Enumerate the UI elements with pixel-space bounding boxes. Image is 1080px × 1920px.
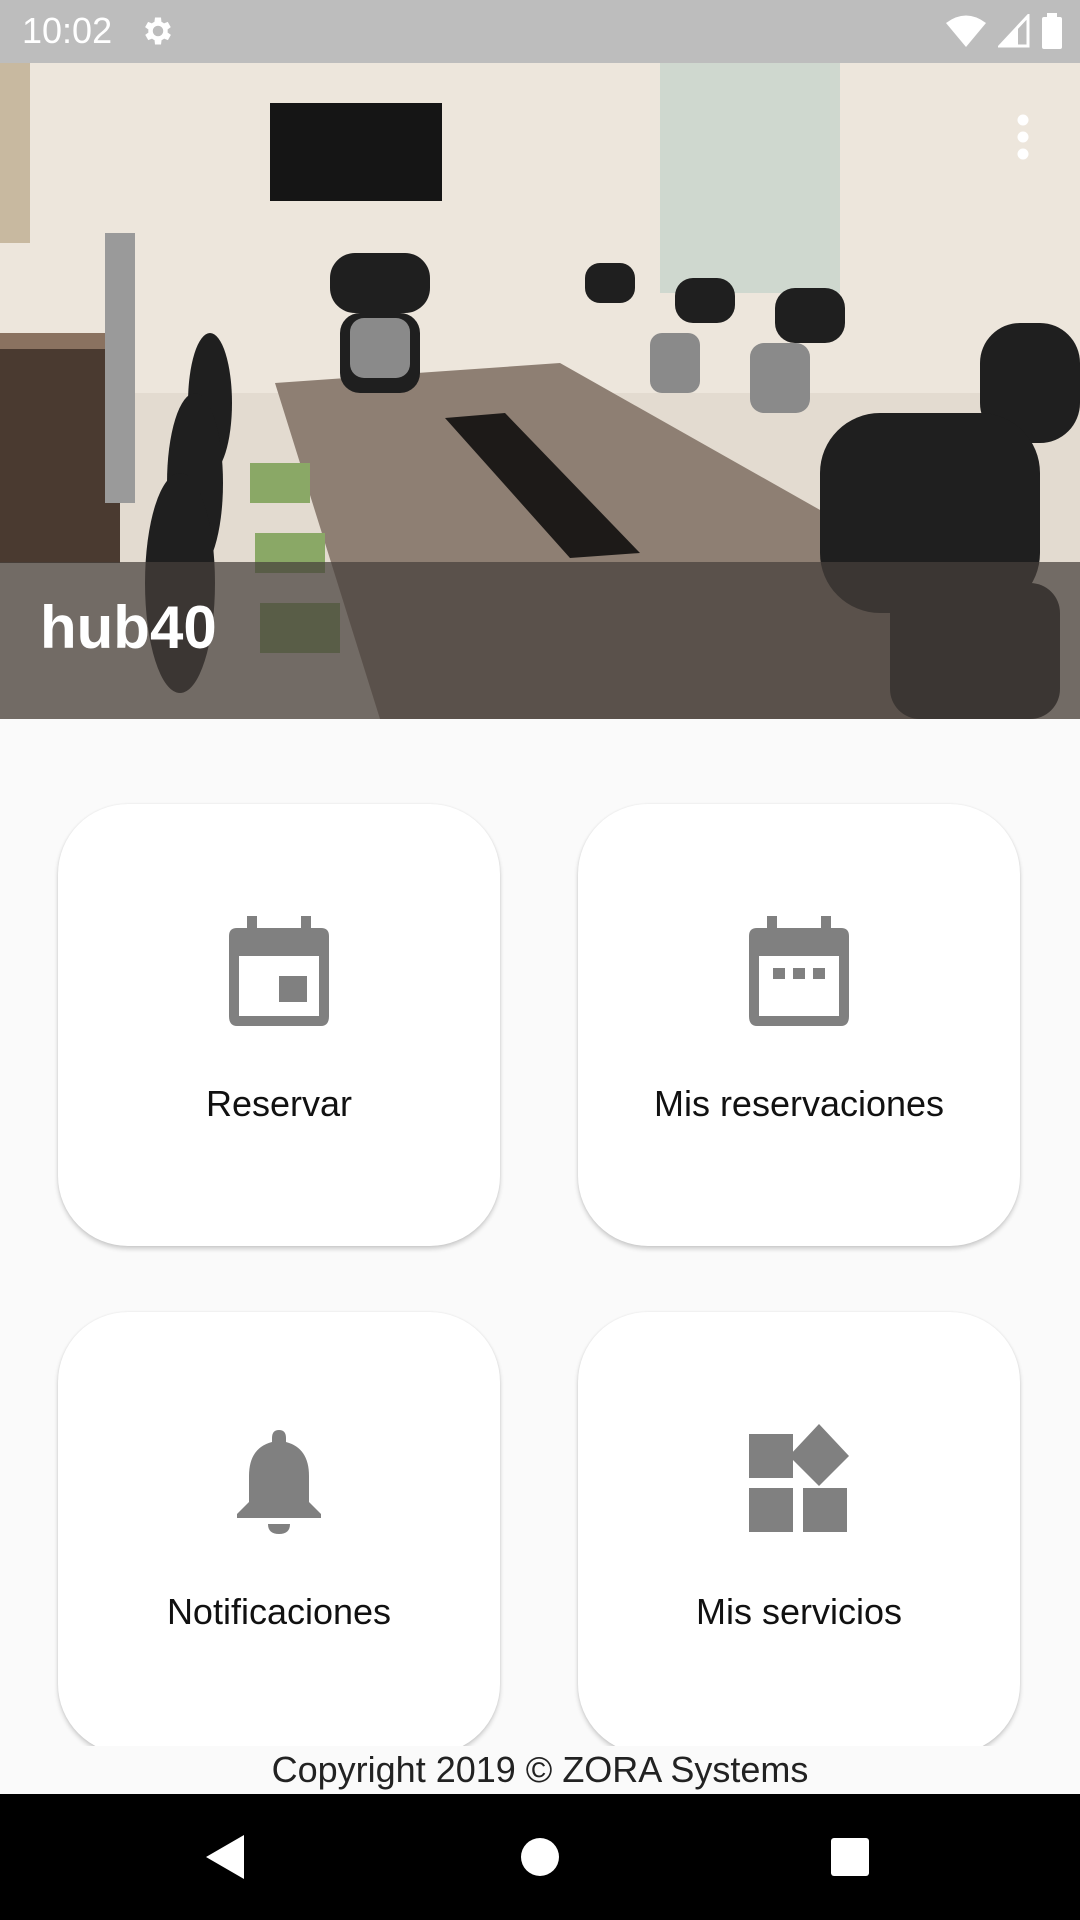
settings-gear-icon	[145, 17, 171, 45]
notificaciones-label: Notificaciones	[166, 1591, 392, 1632]
calendar-event-icon	[229, 916, 329, 1026]
reservar-label: Reservar	[205, 1083, 353, 1124]
back-icon[interactable]	[196, 1827, 256, 1887]
signal-icon	[998, 14, 1030, 48]
recents-icon[interactable]	[820, 1827, 880, 1887]
reservar-card[interactable]: Reservar	[58, 804, 500, 1246]
notificaciones-card[interactable]: Notificaciones	[58, 1312, 500, 1754]
battery-icon	[1042, 13, 1062, 49]
mis-reservaciones-card[interactable]: Mis reservaciones	[578, 804, 1020, 1246]
copyright-text: Copyright 2019 © ZORA Systems	[271, 1749, 809, 1790]
bell-icon	[237, 1430, 321, 1534]
mis-servicios-label: Mis servicios	[695, 1591, 902, 1632]
page-title: hub40	[40, 594, 217, 661]
calendar-dots-icon	[749, 916, 849, 1026]
navigation-bar	[0, 1794, 1080, 1920]
home-icon[interactable]	[510, 1827, 570, 1887]
widgets-icon	[749, 1424, 849, 1532]
header-image: hub40	[0, 63, 1080, 719]
more-vert-icon[interactable]	[1016, 113, 1030, 161]
mis-reservaciones-label: Mis reservaciones	[653, 1083, 945, 1124]
status-bar: 10:02	[0, 0, 1080, 63]
status-time: 10:02	[22, 10, 113, 51]
mis-servicios-card[interactable]: Mis servicios	[578, 1312, 1020, 1754]
wifi-icon	[946, 15, 986, 47]
